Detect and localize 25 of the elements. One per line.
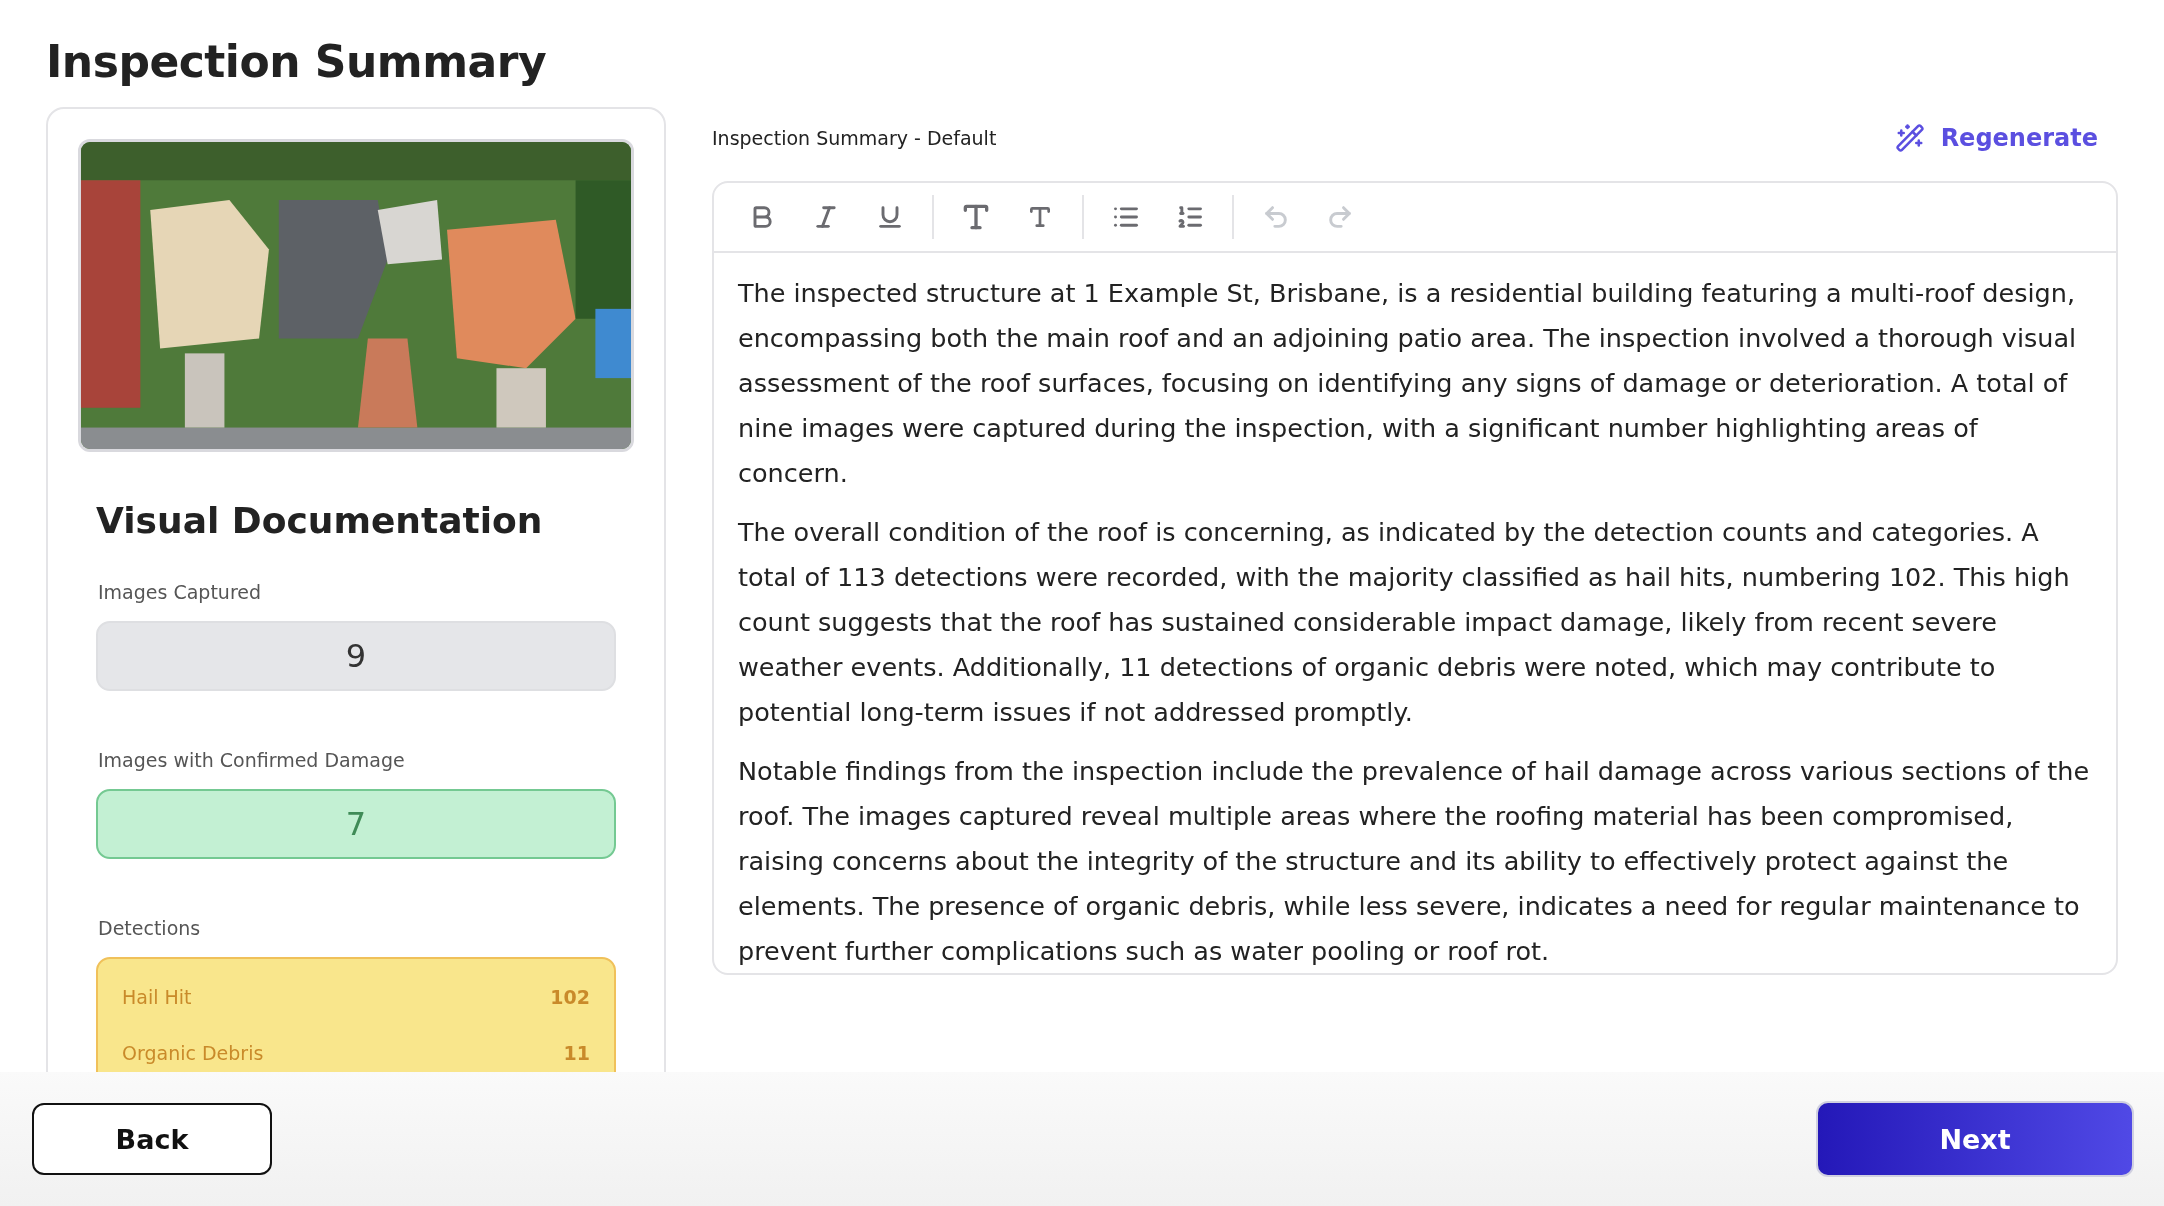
- magic-wand-icon: [1894, 123, 1925, 153]
- underline-icon: [876, 203, 904, 231]
- stat-label: Images Captured: [98, 581, 263, 603]
- page-title: Inspection Summary: [46, 36, 548, 87]
- back-button[interactable]: Back: [32, 1103, 272, 1175]
- detection-name: Organic Debris: [122, 1042, 264, 1064]
- summary-paragraph: Notable findings from the inspection include the prevalence of hail damage across various sections of the roof. The images captured reveal multiple areas where the roofing material has been compromised, raising concerns about the integrity of the structure and its ability to effectively protect against the elements. The presence of organic debris, while less severe, indicates a need for regular maintenance to prevent further complications such as water pooling or roof rot.: [738, 755, 2091, 968]
- heading-icon: [1027, 204, 1053, 230]
- stat-value: 7: [96, 789, 616, 859]
- stat-label: Images with Confirmed Damage: [98, 749, 406, 771]
- redo-icon: [1326, 203, 1354, 231]
- regenerate-button[interactable]: Regenerate: [1890, 119, 2102, 157]
- undo-icon: [1262, 203, 1290, 231]
- detection-count: 11: [563, 1042, 590, 1064]
- text-editor[interactable]: [712, 181, 2118, 975]
- summary-paragraph: The overall condition of the roof is concerning, as indicated by the detection counts and categories. A total of 113 detections were recorded, with the majority classified as hail hits, numbering 102. This high count suggests that the roof has sustained considerable impact damage, likely from recent severe weather events. Additionally, 11 detections of organic debris were noted, which may contribute to potential long-term issues if not addressed promptly.: [738, 516, 2071, 729]
- summary-paragraph: The inspected structure at 1 Example St, Brisbane, is a residential building featuring a multi-roof design, encompassing both the main roof and an adjoining patio area. The inspection involved a thorough visual assessment of the roof surfaces, focusing on identifying any signs of damage or deterioration. A total of nine images were captured during the inspection, with a significant number highlighting areas of concern.: [738, 277, 2078, 490]
- stat-label: Detections: [98, 917, 202, 939]
- editor-label: Inspection Summary - Default: [712, 127, 997, 149]
- next-button[interactable]: Next: [1816, 1101, 2134, 1177]
- stat-value: 9: [96, 621, 616, 691]
- section-heading: Visual Documentation: [96, 500, 544, 541]
- detection-count: 102: [550, 986, 590, 1008]
- numbered-list-icon: [1176, 203, 1204, 231]
- detection-name: Hail Hit: [122, 986, 192, 1008]
